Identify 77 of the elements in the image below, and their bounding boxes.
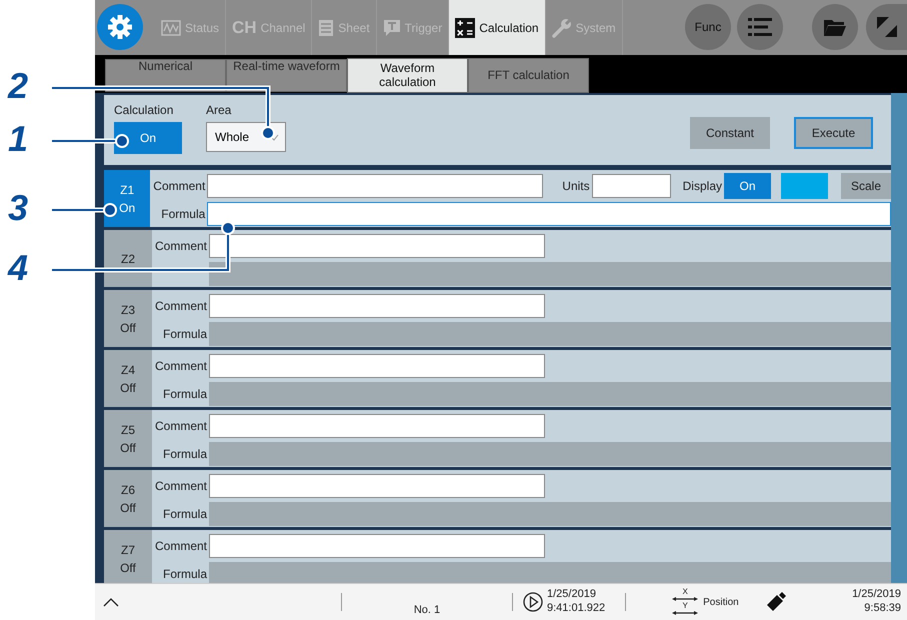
trigger-date: 1/25/2019	[547, 588, 597, 602]
double-arrow-icon	[671, 610, 700, 616]
channel-toggle[interactable]: Z1 On	[104, 170, 150, 227]
tab[interactable]: Calculation	[449, 0, 546, 55]
waveform-icon	[161, 20, 181, 36]
scale-button[interactable]: Scale	[841, 173, 891, 199]
comment-label: Comment	[154, 538, 208, 555]
trigger-time: 9:41:01.922	[547, 602, 606, 616]
comment-label: Comment	[154, 478, 208, 495]
clock-time: 9:58:39	[864, 602, 901, 616]
callout-number: 2	[8, 68, 28, 104]
y-axis-label: Y	[682, 602, 688, 610]
execute-button[interactable]: Execute	[794, 117, 873, 149]
comment-field[interactable]	[209, 534, 545, 558]
leader-line	[52, 203, 117, 217]
calculation-label: Calculation	[114, 102, 174, 119]
comment-field[interactable]	[207, 174, 544, 198]
resize-button[interactable]	[866, 4, 907, 50]
channel-toggle[interactable]: Z5 Off	[104, 410, 152, 467]
channel-toggle[interactable]: Z4 Off	[104, 350, 152, 407]
comment-field[interactable]	[209, 414, 545, 438]
color-swatch[interactable]	[781, 173, 828, 199]
formula-label: Formula	[162, 446, 208, 463]
callout-number: 3	[8, 190, 28, 226]
channel-toggle[interactable]: Z3 Off	[104, 290, 152, 347]
calculator-icon	[455, 18, 476, 38]
settings-button[interactable]	[97, 4, 143, 50]
comment-label: Comment	[154, 238, 208, 255]
menu-button[interactable]	[737, 4, 783, 50]
tab[interactable]: Waveform calculation	[347, 58, 468, 93]
display-toggle[interactable]: On	[724, 173, 771, 199]
formula-label: Formula	[162, 506, 208, 523]
comment-label: Comment	[154, 418, 208, 435]
channel-toggle[interactable]: Z2	[104, 230, 152, 287]
usb-drive-icon	[764, 591, 787, 613]
display-label: Display	[682, 178, 722, 195]
channel-toggle[interactable]: Z7 Off	[104, 530, 152, 583]
x-axis-label: X	[682, 588, 688, 596]
callout-number: 4	[8, 250, 28, 286]
comment-field[interactable]	[209, 234, 545, 258]
double-arrow-icon	[671, 596, 700, 602]
tab[interactable]: Real-time waveform	[226, 59, 347, 92]
comment-label: Comment	[154, 358, 208, 375]
comment-label: Comment	[152, 178, 206, 195]
check-icon	[271, 134, 279, 140]
clock-date: 1/25/2019	[852, 588, 901, 602]
area-label: Area	[206, 102, 232, 119]
wrench-icon	[552, 18, 572, 38]
folder-button[interactable]	[812, 4, 858, 50]
comment-field[interactable]	[209, 474, 545, 498]
file-number: No. 1	[412, 602, 442, 618]
calculation-toggle[interactable]: On	[114, 122, 182, 154]
area-dropdown[interactable]: Whole	[206, 122, 286, 152]
tab[interactable]: FFT calculation	[468, 58, 589, 93]
comment-field[interactable]	[209, 294, 545, 318]
comment-field[interactable]	[209, 354, 545, 378]
channel-toggle[interactable]: Z6 Off	[104, 470, 152, 527]
diagonal-arrows-icon	[876, 16, 898, 38]
comment-label: Comment	[154, 298, 208, 315]
chevron-up-icon	[103, 596, 119, 607]
units-field[interactable]	[592, 174, 671, 198]
folder-icon	[823, 17, 847, 37]
constant-button[interactable]: Constant	[690, 117, 770, 149]
play-circle-icon	[523, 592, 543, 612]
formula-field[interactable]	[207, 202, 891, 226]
callout-number: 1	[8, 121, 28, 157]
units-label: Units	[562, 178, 590, 195]
list-icon	[748, 17, 772, 37]
position-label: Position	[703, 596, 739, 610]
formula-label: Formula	[160, 206, 206, 223]
formula-label: Formula	[162, 566, 208, 583]
sheet-icon	[318, 18, 334, 36]
func-button[interactable]: Func	[685, 4, 731, 50]
formula-label: Formula	[162, 386, 208, 403]
trigger-icon	[382, 18, 401, 36]
formula-label: Formula	[162, 326, 208, 343]
settings-icon	[107, 14, 133, 40]
